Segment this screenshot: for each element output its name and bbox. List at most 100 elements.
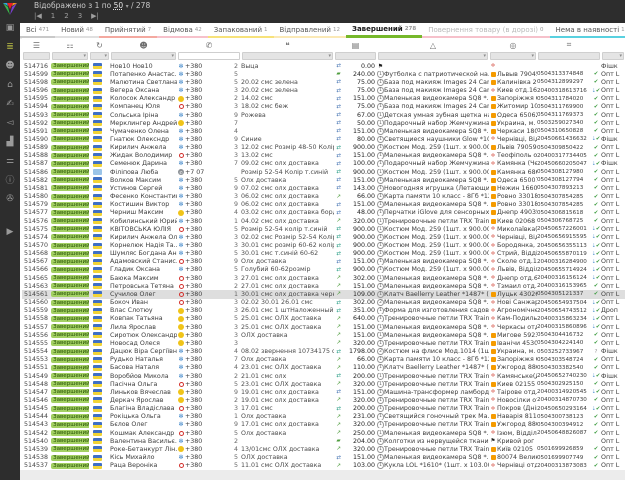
last-page-button[interactable]: ▶|	[91, 12, 99, 20]
table-row[interactable]: 514577 Завершений Черниш Максим +380 4 0…	[22, 209, 625, 217]
status-filter[interactable]: ▾	[52, 52, 88, 60]
table-row[interactable]: 514558 Завершений Ковпак Татьяна +380 5 …	[22, 315, 625, 323]
tab-8[interactable]: Повернення товару (в дорозі)0	[422, 23, 549, 38]
payment-filter[interactable]	[335, 52, 376, 60]
table-row[interactable]: 514540 Завершений Валентина Васильє... ✻…	[22, 437, 625, 445]
table-row[interactable]: 514588 Завершений Жидак Володимир +380 3…	[22, 152, 625, 160]
manager-filter[interactable]: ▾	[602, 52, 624, 60]
table-row[interactable]: 514561 Завершений Сучилов Олег +380 1 30…	[22, 290, 625, 298]
comment-column-icon[interactable]: ❝	[241, 38, 334, 52]
table-row[interactable]: 514567 Завершений Адамовский Станис... +…	[22, 258, 625, 266]
table-row[interactable]: 514587 Завершений Семенюк Дарина ✻ +380 …	[22, 160, 625, 168]
table-row[interactable]: 514560 Завершений Бокоч Иван +380 3 02.0…	[22, 299, 625, 307]
table-row[interactable]: 514570 Завершений Корнелюк Надія Та... ✻…	[22, 241, 625, 249]
order-id-column-icon[interactable]: ☰	[22, 38, 51, 52]
table-row[interactable]: 514555 Завершений Новосад Олеся +380 3 ↗…	[22, 339, 625, 347]
table-row[interactable]: 514575 Завершений КВІТОВСЬКА ЮЛІЯ +380 5…	[22, 225, 625, 233]
table-row[interactable]: 514592 Завершений Мерклингер Андрей +380…	[22, 119, 625, 127]
table-row[interactable]: 514543 Завершений Бєлов Олег ✻ +380 9 17…	[22, 421, 625, 429]
table-row[interactable]: 514599 Завершений Потапенко Анастас... ✻…	[22, 70, 625, 78]
table-row[interactable]: 514549 Завершений Воробйов Микола ✻ +380…	[22, 372, 625, 380]
tasks-icon[interactable]: ✍	[0, 94, 20, 113]
table-row[interactable]: 514591 Завершений Чумаченко Олена ✻ +380…	[22, 127, 625, 135]
table-row[interactable]: 514716 Завершений Нов10 Нов10 ✻ +380 2 В…	[22, 62, 625, 70]
status-badge: Завершений	[51, 389, 89, 395]
table-row[interactable]: 514554 Завершений Дацюк Віра Сергіївна ✻…	[22, 347, 625, 355]
table-row[interactable]: 514537 Завершений Раца Вероніка +380 5 1…	[22, 462, 625, 470]
tab-9[interactable]: Нема в наявності1	[550, 23, 625, 38]
product-column-icon[interactable]: △	[377, 38, 489, 52]
country-filter[interactable]: ▾	[90, 52, 109, 60]
status-column-icon[interactable]: ⚏	[51, 38, 89, 52]
page-3-button[interactable]: 3	[78, 12, 82, 20]
clients-icon[interactable]: ☻	[0, 56, 20, 75]
per-page-select[interactable]: 50	[114, 1, 124, 10]
location-column-icon[interactable]: ◎	[489, 38, 537, 52]
table-row[interactable]: 514559 Завершений Влас Слотюу +380 3 26.…	[22, 307, 625, 315]
table-row[interactable]: 514590 Завершений Гнатюк Олексндр ✻ +380…	[22, 135, 625, 143]
campaigns-icon[interactable]: ◅	[0, 113, 20, 132]
ttn-filter[interactable]	[538, 52, 600, 60]
table-row[interactable]: 514566 Завершений Гладик Оксана ✻ +380 5…	[22, 266, 625, 274]
table-row[interactable]: 514548 Завершений Пасічна Ольга +380 5 2…	[22, 380, 625, 388]
ttn-column-icon[interactable]: ⌗	[537, 38, 601, 52]
table-row[interactable]: 514544 Завершений Рокіцька Ольга ✻ +380 …	[22, 413, 625, 421]
table-row[interactable]: 514542 Завершений Кошмак Александр +380 …	[22, 429, 625, 437]
integrations-icon[interactable]: ⚌	[0, 151, 20, 170]
client-column-icon[interactable]: ☻	[110, 38, 177, 52]
table-row[interactable]: 514586 Завершений Філіпова Люба ✆ +7 07 …	[22, 168, 625, 176]
tab-6[interactable]: Відправлений12	[274, 23, 346, 38]
table-row[interactable]: 514539 Завершений Роке-Бетанкурт Лін... …	[22, 445, 625, 453]
table-row[interactable]: 514568 Завершений Шумляс Богдана Ан... ✻…	[22, 250, 625, 258]
statistics-icon[interactable]: ▟	[0, 132, 20, 151]
table-row[interactable]: 514563 Завершений Петровська Тетяна +380…	[22, 282, 625, 290]
order-id-filter[interactable]	[23, 52, 50, 60]
page-2-button[interactable]: 2	[64, 12, 68, 20]
video-icon[interactable]: ▶	[0, 222, 20, 241]
table-row[interactable]: 514545 Завершений Благіна Владіслава +38…	[22, 405, 625, 413]
table-row[interactable]: 514581 Завершений Устинов Сергей ✻ +380 …	[22, 184, 625, 192]
table-row[interactable]: 514589 Завершений Кирилич Анжела ✻ +380 …	[22, 144, 625, 152]
client-filter[interactable]: ▾	[111, 52, 176, 60]
product-filter[interactable]: ▾	[378, 52, 488, 60]
table-row[interactable]: 514579 Завершений Костишин Виктор ✻ +380…	[22, 201, 625, 209]
comment-filter[interactable]: ▾	[242, 52, 333, 60]
security-icon[interactable]: ✇	[0, 189, 20, 208]
phone-filter[interactable]	[178, 52, 240, 60]
table-row[interactable]: 514582 Завершений Волков Максим ✻ +380 5…	[22, 176, 625, 184]
table-row[interactable]: 514547 Завершений Линьков Вячеслав +380 …	[22, 388, 625, 396]
orders-icon[interactable]: ≣	[0, 37, 20, 56]
table-row[interactable]: 514574 Завершений Кирилич Анжела Ол... ✻…	[22, 233, 625, 241]
table-row[interactable]: 514546 Завершений Деркач Ярослав +380 2 …	[22, 396, 625, 404]
table-row[interactable]: 514596 Завершений Вегера Оксана ✻ +380 3…	[22, 86, 625, 94]
table-row[interactable]: 514551 Завершений Басова Наталя ✻ +380 4…	[22, 364, 625, 372]
table-row[interactable]: 514580 Завершений Фесенко Константин ✻ +…	[22, 193, 625, 201]
table-row[interactable]: 514556 Завершений Сиротюк Олександр +380…	[22, 331, 625, 339]
table-row[interactable]: 514594 Завершений Компанец Юля +380 3 18…	[22, 103, 625, 111]
phone-column-icon[interactable]: ✆	[177, 38, 241, 52]
tab-5[interactable]: Запакований1	[208, 23, 274, 38]
tab-3[interactable]: Прийнятий7	[99, 23, 157, 38]
location-filter[interactable]: ▾	[490, 52, 536, 60]
companies-icon[interactable]: ⌂	[0, 75, 20, 94]
table-row[interactable]: 514553 Завершений Рудько Наталья ✻ +380 …	[22, 356, 625, 364]
info-icon[interactable]: ⓘ	[0, 170, 20, 189]
tab-2[interactable]: Новий48	[55, 23, 99, 38]
table-row[interactable]: 514557 Завершений Лила Ярослав +380 3 25…	[22, 323, 625, 331]
table-row[interactable]: 514598 Завершений Малютина Светлана ✻ +3…	[22, 78, 625, 86]
table-row[interactable]: 514565 Завершений Баюка Максим +380 3 27…	[22, 274, 625, 282]
table-row[interactable]: 514538 Завершений Кісь Михайло ✻ +380 5 …	[22, 454, 625, 462]
manager-column-icon[interactable]	[601, 38, 625, 52]
first-page-button[interactable]: |◀	[34, 12, 42, 20]
page-1-button[interactable]: 1	[51, 12, 55, 20]
country-column-icon[interactable]: ↻	[89, 38, 110, 52]
tab-1[interactable]: Всі471	[20, 23, 55, 38]
payment-column-icon[interactable]: ▤	[334, 38, 377, 52]
dashboard-icon[interactable]: ▣	[0, 18, 20, 37]
tab-7[interactable]: Завершений278	[346, 23, 422, 38]
table-row[interactable]: 514593 Завершений Сольська Іріна ✻ +380 …	[22, 111, 625, 119]
table-row[interactable]: 514595 Завершений Колосок Александр +380…	[22, 95, 625, 103]
app-logo-icon[interactable]	[0, 0, 20, 18]
tab-4[interactable]: Відмова42	[157, 23, 208, 38]
table-row[interactable]: 514576 Завершений Кобилинський Юрий ✻ +3…	[22, 217, 625, 225]
